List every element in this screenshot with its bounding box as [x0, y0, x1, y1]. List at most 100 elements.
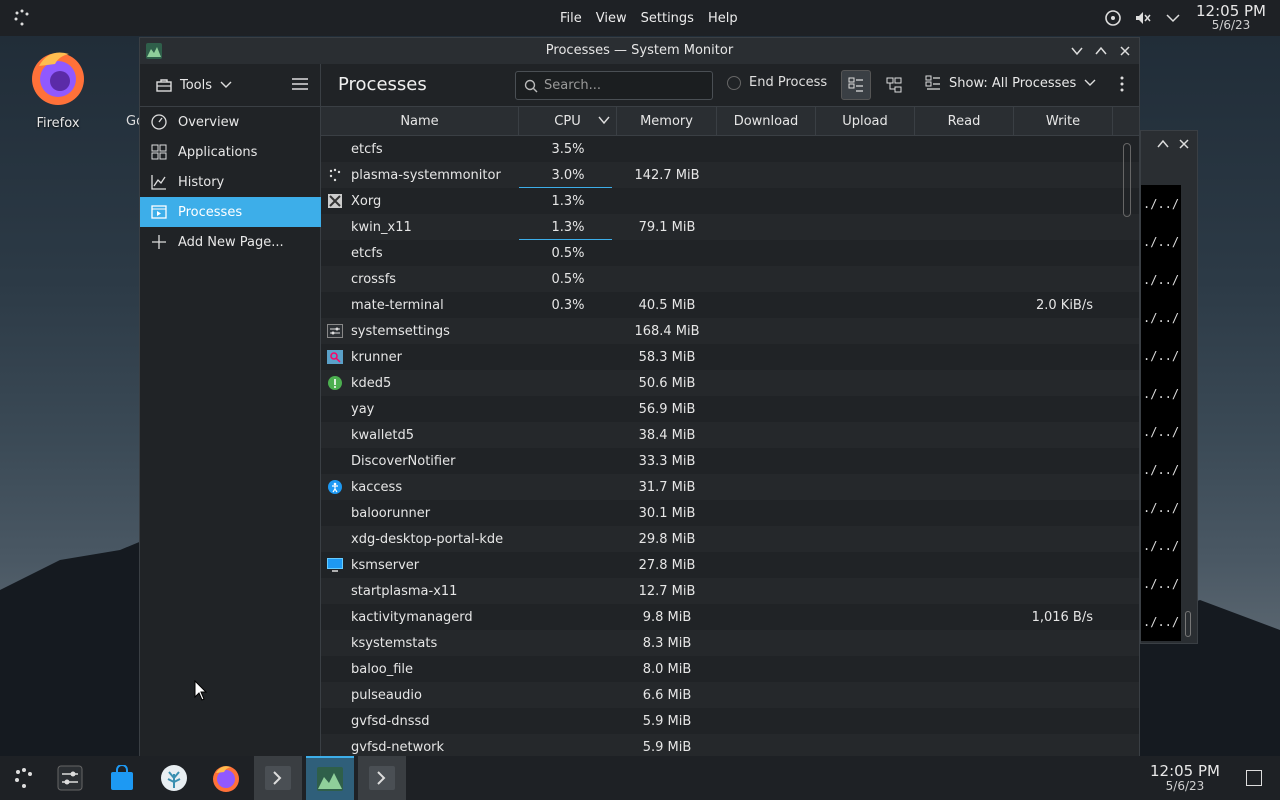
write-cell: 2.0 KiB/s	[1014, 292, 1113, 318]
taskbar-terminal-1[interactable]	[254, 756, 302, 800]
cpu-cell	[519, 396, 617, 422]
column-header-read[interactable]: Read	[915, 107, 1014, 136]
table-row[interactable]: xdg-desktop-portal-kde 29.8 MiB	[321, 526, 1139, 552]
menu-view[interactable]: View	[589, 11, 634, 26]
volume-muted-icon[interactable]	[1132, 7, 1154, 29]
memory-value: 33.3 MiB	[638, 453, 696, 469]
download-cell	[717, 656, 816, 682]
launcher-icon[interactable]	[12, 8, 32, 28]
close-icon[interactable]	[1179, 139, 1189, 149]
taskbar-clock[interactable]: 12:05 PM 5/6/23	[1150, 764, 1220, 794]
read-cell	[915, 266, 1014, 292]
clock-time: 12:05 PM	[1196, 2, 1266, 20]
read-cell	[915, 682, 1014, 708]
end-process-button[interactable]: End Process	[727, 75, 827, 90]
taskbar-app-coral[interactable]	[150, 756, 198, 800]
table-row[interactable]: etcfs 0.5%	[321, 240, 1139, 266]
chevron-down-icon[interactable]	[1162, 7, 1184, 29]
top-clock[interactable]: 12:05 PM 5/6/23	[1196, 2, 1266, 33]
show-desktop-icon[interactable]	[1246, 770, 1262, 786]
process-name-cell: etcfs	[321, 240, 519, 266]
process-name: krunner	[351, 349, 402, 365]
show-processes-dropdown[interactable]: Show: All Processes	[925, 75, 1096, 91]
search-input[interactable]	[544, 78, 704, 93]
column-header-upload[interactable]: Upload	[816, 107, 915, 136]
taskbar-system-monitor[interactable]	[306, 756, 354, 800]
more-options-icon[interactable]	[1119, 75, 1125, 93]
table-row[interactable]: DiscoverNotifier 33.3 MiB	[321, 448, 1139, 474]
column-header-memory[interactable]: Memory	[617, 107, 717, 136]
process-name-cell: yay	[321, 396, 519, 422]
sidebar-toolbar: Tools	[140, 64, 321, 106]
taskbar-system-settings[interactable]	[46, 756, 94, 800]
cpu-cell: 1.3%	[519, 188, 617, 214]
table-scrollbar[interactable]	[1123, 143, 1131, 217]
maximize-button[interactable]	[1093, 41, 1109, 61]
process-name-cell: systemsettings	[321, 318, 519, 344]
table-row[interactable]: kaccess 31.7 MiB	[321, 474, 1139, 500]
write-cell	[1014, 188, 1113, 214]
table-row[interactable]: baloorunner 30.1 MiB	[321, 500, 1139, 526]
table-row[interactable]: mate-terminal 0.3% 40.5 MiB 2.0 KiB/s	[321, 292, 1139, 318]
search-box[interactable]	[515, 71, 713, 100]
table-row[interactable]: ksmserver 27.8 MiB	[321, 552, 1139, 578]
table-row[interactable]: pulseaudio 6.6 MiB	[321, 682, 1139, 708]
network-icon[interactable]	[1102, 7, 1124, 29]
minimize-button[interactable]	[1069, 41, 1085, 61]
table-row[interactable]: gvfsd-network 5.9 MiB	[321, 734, 1139, 757]
table-row[interactable]: baloo_file 8.0 MiB	[321, 656, 1139, 682]
taskbar-discover[interactable]	[98, 756, 146, 800]
table-row[interactable]: kwalletd5 38.4 MiB	[321, 422, 1139, 448]
tools-button[interactable]: Tools	[156, 78, 232, 93]
table-row[interactable]: Xorg 1.3%	[321, 188, 1139, 214]
process-name: kwin_x11	[351, 219, 412, 235]
sidebar-item-processes[interactable]: Processes	[140, 197, 321, 227]
table-row[interactable]: plasma-systemmonitor 3.0% 142.7 MiB	[321, 162, 1139, 188]
upload-cell	[816, 552, 915, 578]
table-row[interactable]: etcfs 3.5%	[321, 136, 1139, 162]
terminal-line: ./../	[1143, 539, 1180, 553]
menu-settings[interactable]: Settings	[634, 11, 701, 26]
window-titlebar[interactable]: Processes — System Monitor	[140, 38, 1139, 64]
terminal-output[interactable]: ./../ ./../ ./../ ./../ ./../ ./../ ./../ ./../…	[1141, 185, 1181, 641]
table-row[interactable]: startplasma-x11 12.7 MiB	[321, 578, 1139, 604]
close-button[interactable]	[1117, 41, 1133, 61]
column-header-write[interactable]: Write	[1014, 107, 1113, 136]
tree-view-button[interactable]	[879, 70, 909, 100]
column-header-cpu[interactable]: CPU	[519, 107, 617, 136]
table-row[interactable]: krunner 58.3 MiB	[321, 344, 1139, 370]
hamburger-menu-icon[interactable]	[291, 76, 309, 92]
background-terminal-window[interactable]: ./../ ./../ ./../ ./../ ./../ ./../ ./../ ./../…	[1140, 130, 1198, 644]
process-icon-placeholder	[327, 583, 343, 599]
menu-help[interactable]: Help	[701, 11, 745, 26]
download-cell	[717, 318, 816, 344]
column-header-name[interactable]: Name	[321, 107, 519, 136]
desktop-icon-firefox[interactable]: Firefox	[22, 46, 94, 131]
sidebar-item-applications[interactable]: Applications	[140, 137, 321, 167]
taskbar-firefox[interactable]	[202, 756, 250, 800]
menu-file[interactable]: File	[553, 11, 589, 26]
chevron-up-icon[interactable]	[1157, 139, 1169, 149]
table-row[interactable]: ksystemstats 8.3 MiB	[321, 630, 1139, 656]
terminal-scrollbar[interactable]	[1185, 611, 1191, 637]
tools-label: Tools	[180, 77, 213, 93]
table-row[interactable]: kactivitymanagerd 9.8 MiB 1,016 B/s	[321, 604, 1139, 630]
table-row[interactable]: systemsettings 168.4 MiB	[321, 318, 1139, 344]
list-view-button[interactable]	[841, 70, 871, 100]
taskbar-terminal-2[interactable]	[358, 756, 406, 800]
table-row[interactable]: yay 56.9 MiB	[321, 396, 1139, 422]
upload-cell	[816, 240, 915, 266]
sidebar-item-add-new-page[interactable]: Add New Page...	[140, 227, 321, 257]
sidebar-item-history[interactable]: History	[140, 167, 321, 197]
table-row[interactable]: kwin_x11 1.3% 79.1 MiB	[321, 214, 1139, 240]
table-row[interactable]: crossfs 0.5%	[321, 266, 1139, 292]
write-cell	[1014, 656, 1113, 682]
column-header-download[interactable]: Download	[717, 107, 816, 136]
column-header-label: Download	[733, 114, 799, 129]
table-row[interactable]: gvfsd-dnssd 5.9 MiB	[321, 708, 1139, 734]
process-table: Name CPU Memory Download Upload Read Write etc…	[321, 106, 1139, 757]
table-row[interactable]: kded5 50.6 MiB	[321, 370, 1139, 396]
taskbar-launcher[interactable]	[0, 756, 48, 800]
memory-value: 9.8 MiB	[642, 609, 692, 625]
sidebar-item-overview[interactable]: Overview	[140, 107, 321, 137]
